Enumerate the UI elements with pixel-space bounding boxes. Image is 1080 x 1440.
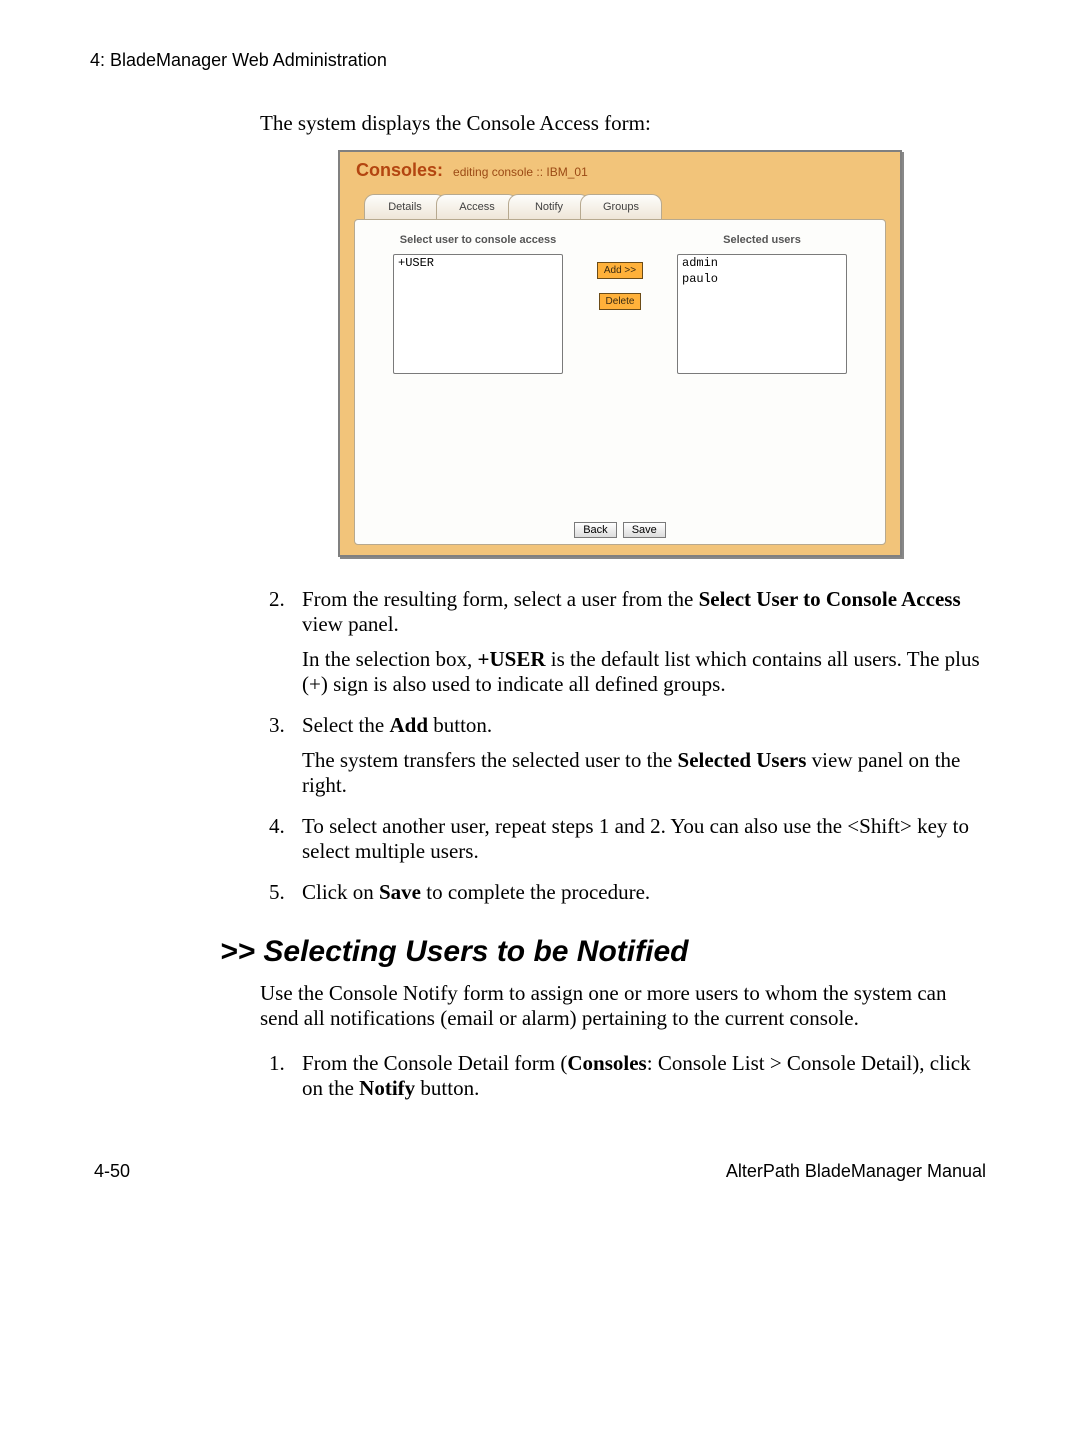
procedure-steps-b: From the Console Detail form (Consoles: …	[260, 1051, 980, 1101]
back-button[interactable]: Back	[574, 522, 616, 538]
list-item[interactable]: +USER	[394, 255, 562, 271]
save-button[interactable]: Save	[623, 522, 666, 538]
step-4: To select another user, repeat steps 1 a…	[290, 814, 980, 864]
section-heading: >> Selecting Users to be Notified	[220, 935, 990, 969]
left-heading: Select user to console access	[400, 234, 557, 246]
add-button[interactable]: Add >>	[597, 262, 643, 279]
procedure-steps-a: From the resulting form, select a user f…	[260, 587, 980, 905]
page-footer: 4-50 AlterPath BladeManager Manual	[90, 1161, 990, 1182]
form-title: Consoles:	[356, 160, 443, 181]
list-item[interactable]: paulo	[678, 271, 846, 287]
step-5: Click on Save to complete the procedure.	[290, 880, 980, 905]
tab-body: Select user to console access +USER Add …	[354, 219, 886, 545]
list-item[interactable]: admin	[678, 255, 846, 271]
step-2: From the resulting form, select a user f…	[290, 587, 980, 697]
section-intro: Use the Console Notify form to assign on…	[260, 981, 980, 1031]
tab-access[interactable]: Access	[436, 194, 518, 219]
right-heading: Selected users	[723, 234, 801, 246]
running-header: 4: BladeManager Web Administration	[90, 50, 990, 71]
step-3: Select the Add button. The system transf…	[290, 713, 980, 798]
tab-groups[interactable]: Groups	[580, 194, 662, 219]
available-users-listbox[interactable]: +USER	[393, 254, 563, 374]
console-access-form-screenshot: Consoles: editing console :: IBM_01 Deta…	[338, 150, 902, 557]
manual-title: AlterPath BladeManager Manual	[726, 1161, 986, 1182]
page-number: 4-50	[94, 1161, 130, 1182]
tab-notify[interactable]: Notify	[508, 194, 590, 219]
step-b-1: From the Console Detail form (Consoles: …	[290, 1051, 980, 1101]
tab-row: Details Access Notify Groups	[354, 191, 886, 219]
tab-details[interactable]: Details	[364, 194, 446, 219]
delete-button[interactable]: Delete	[599, 293, 642, 310]
selected-users-listbox[interactable]: admin paulo	[677, 254, 847, 374]
intro-line: The system displays the Console Access f…	[260, 111, 980, 136]
form-subtitle: editing console :: IBM_01	[453, 165, 588, 179]
